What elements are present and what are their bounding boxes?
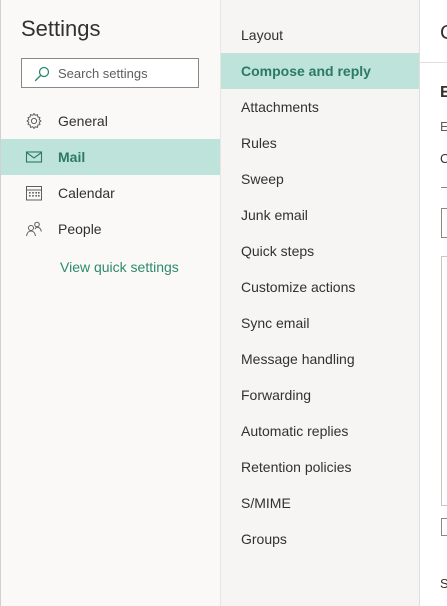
subnav-item-smime[interactable]: S/MIME <box>221 485 419 521</box>
field-underline <box>441 187 447 188</box>
mail-settings-subnav: Layout Compose and reply Attachments Rul… <box>221 0 419 606</box>
subnav-item-automatic-replies[interactable]: Automatic replies <box>221 413 419 449</box>
subnav-item-customize-actions[interactable]: Customize actions <box>221 269 419 305</box>
section-description: E <box>440 119 447 134</box>
header-divider <box>420 62 447 63</box>
subnav-item-label: Compose and reply <box>241 63 371 79</box>
nav-item-calendar[interactable]: Calendar <box>1 175 220 211</box>
settings-title: Settings <box>21 16 101 41</box>
nav-item-label: People <box>58 221 102 237</box>
subnav-item-layout[interactable]: Layout <box>221 17 419 53</box>
calendar-icon <box>26 186 42 201</box>
subnav-item-label: Message handling <box>241 351 355 367</box>
gear-icon <box>26 113 42 129</box>
search-settings-input[interactable] <box>58 62 193 84</box>
subnav-item-label: Retention policies <box>241 459 352 475</box>
subnav-item-label: Sweep <box>241 171 284 187</box>
subnav-item-label: Junk email <box>241 207 308 223</box>
subnav-item-label: Quick steps <box>241 243 315 259</box>
subnav-item-label: S/MIME <box>241 495 291 511</box>
view-quick-settings-link[interactable]: View quick settings <box>60 259 179 275</box>
subnav-item-attachments[interactable]: Attachments <box>221 89 419 125</box>
subnav-item-label: Attachments <box>241 99 319 115</box>
subnav-item-label: Customize actions <box>241 279 356 295</box>
subnav-item-label: Automatic replies <box>241 423 349 439</box>
nav-item-general[interactable]: General <box>1 103 220 139</box>
subnav-item-quick-steps[interactable]: Quick steps <box>221 233 419 269</box>
search-icon <box>34 66 50 82</box>
footer-text: S <box>440 576 447 591</box>
signature-editor[interactable] <box>441 256 447 506</box>
subnav-item-message-handling[interactable]: Message handling <box>221 341 419 377</box>
subnav-item-retention-policies[interactable]: Retention policies <box>221 449 419 485</box>
nav-item-label: General <box>58 113 108 129</box>
subnav-item-sweep[interactable]: Sweep <box>221 161 419 197</box>
nav-item-people[interactable]: People <box>1 211 220 247</box>
content-title: C <box>440 22 447 45</box>
settings-category-pane: Settings General Mail Calendar <box>1 0 220 606</box>
subnav-item-sync-email[interactable]: Sync email <box>221 305 419 341</box>
mail-icon <box>25 151 43 163</box>
nav-item-label: Calendar <box>58 185 115 201</box>
subnav-item-label: Groups <box>241 531 287 547</box>
signature-name-dropdown[interactable] <box>441 208 447 238</box>
nav-item-label: Mail <box>58 149 86 165</box>
subnav-item-forwarding[interactable]: Forwarding <box>221 377 419 413</box>
search-settings-box[interactable] <box>21 58 199 88</box>
subnav-item-compose-and-reply[interactable]: Compose and reply <box>221 53 419 89</box>
subnav-item-junk-email[interactable]: Junk email <box>221 197 419 233</box>
subnav-item-label: Sync email <box>241 315 310 331</box>
signature-checkbox[interactable] <box>441 518 447 536</box>
compose-reply-content-pane: C E E C S <box>420 0 447 606</box>
subnav-item-label: Layout <box>241 27 284 43</box>
signature-label: C <box>440 151 447 166</box>
section-heading: E <box>440 84 447 101</box>
subnav-item-groups[interactable]: Groups <box>221 521 419 557</box>
subnav-item-label: Rules <box>241 135 277 151</box>
subnav-item-rules[interactable]: Rules <box>221 125 419 161</box>
nav-item-mail[interactable]: Mail <box>1 139 220 175</box>
people-icon <box>26 221 42 237</box>
subnav-item-label: Forwarding <box>241 387 312 403</box>
